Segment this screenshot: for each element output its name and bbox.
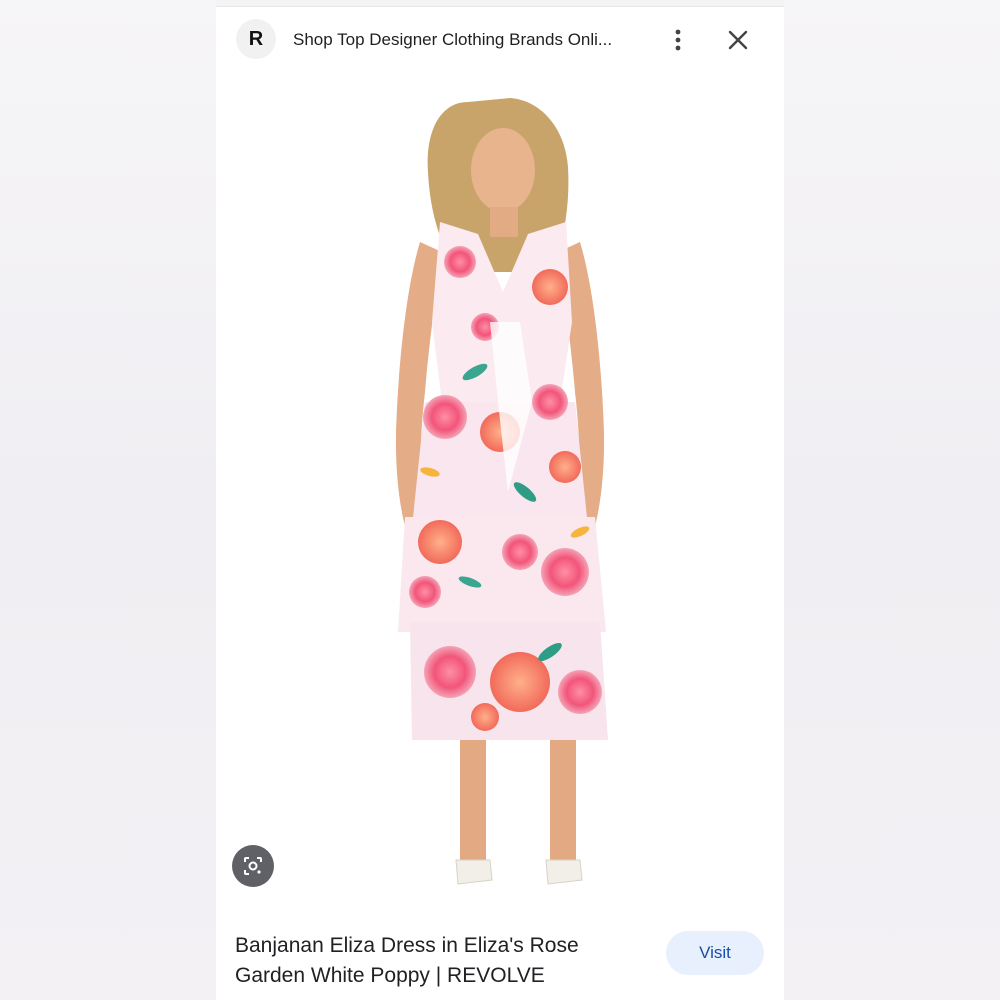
product-caption[interactable]: Banjanan Eliza Dress in Eliza's Rose Gar… [235,931,635,991]
site-favicon: R [236,19,276,59]
close-icon[interactable] [725,27,751,53]
more-vert-icon[interactable] [668,27,688,53]
background-blur-right [784,0,1000,1000]
lens-search-button[interactable] [232,845,274,887]
preview-footer: Banjanan Eliza Dress in Eliza's Rose Gar… [216,914,784,1000]
product-image[interactable] [220,72,780,914]
background-blur-left [0,0,216,1000]
site-title[interactable]: Shop Top Designer Clothing Brands Onli..… [293,30,612,50]
visit-button[interactable]: Visit [666,931,764,975]
google-lens-icon [244,857,262,875]
dress-model-illustration [395,98,608,885]
preview-header: R Shop Top Designer Clothing Brands Onli… [216,6,784,73]
image-preview-card: R Shop Top Designer Clothing Brands Onli… [216,6,784,1000]
